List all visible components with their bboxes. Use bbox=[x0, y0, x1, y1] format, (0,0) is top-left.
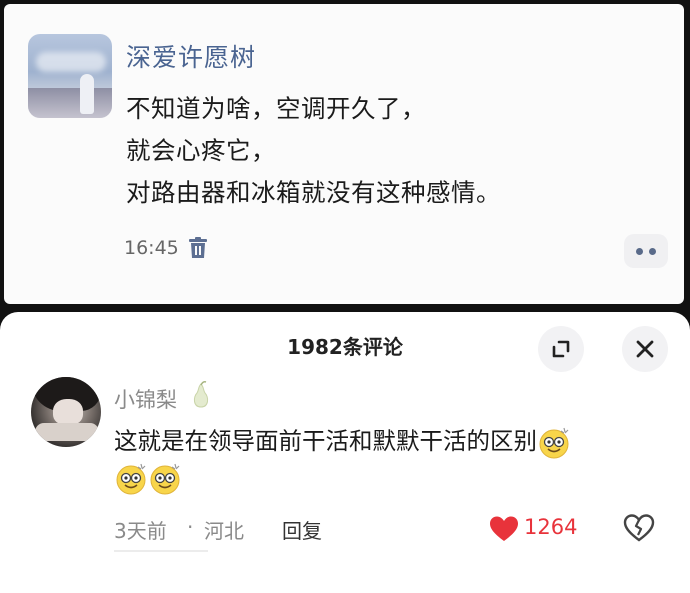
post-card: 深爱许愿树 不知道为啥，空调开久了， 就会心疼它， 对路由器和冰箱就没有这种感情… bbox=[4, 4, 684, 304]
divider bbox=[114, 550, 208, 552]
avatar-cloud bbox=[36, 52, 106, 72]
trash-icon[interactable] bbox=[189, 237, 207, 259]
avatar-person bbox=[80, 74, 94, 114]
pear-icon bbox=[193, 381, 209, 408]
comments-title: 1982条评论 bbox=[287, 335, 403, 359]
avatar-face bbox=[53, 399, 83, 425]
dizzy-smile-emoji bbox=[148, 462, 182, 496]
comment-username[interactable]: 小锦梨 bbox=[114, 384, 177, 414]
close-icon bbox=[636, 340, 654, 358]
expand-button[interactable] bbox=[538, 326, 584, 372]
post-avatar[interactable] bbox=[28, 34, 112, 118]
comment-text-line: 这就是在领导面前干活和默默干活的区别 bbox=[114, 427, 537, 455]
post-text-line: 对路由器和冰箱就没有这种感情。 bbox=[126, 178, 501, 207]
comment-avatar[interactable] bbox=[31, 377, 101, 447]
broken-heart-icon[interactable] bbox=[623, 513, 655, 543]
more-button[interactable] bbox=[624, 234, 668, 268]
comment-emoji-row bbox=[114, 462, 182, 496]
dizzy-smile-emoji bbox=[114, 462, 148, 496]
heart-icon[interactable] bbox=[489, 515, 519, 543]
comments-sheet: 1982条评论 小锦梨 这就是在领导面前干活和默默干活的区别 3天前 · 河北 … bbox=[0, 312, 690, 593]
dizzy-smile-emoji bbox=[537, 426, 571, 460]
screen: 深爱许愿树 不知道为啥，空调开久了， 就会心疼它， 对路由器和冰箱就没有这种感情… bbox=[0, 0, 690, 593]
avatar-arm bbox=[35, 423, 99, 441]
avatar-field bbox=[28, 88, 112, 118]
comment-time: 3天前 bbox=[114, 519, 167, 543]
expand-icon bbox=[552, 340, 570, 358]
like-count: 1264 bbox=[524, 515, 578, 539]
post-text-line: 就会心疼它， bbox=[126, 136, 276, 165]
more-icon-dot bbox=[636, 247, 643, 255]
post-timestamp: 16:45 bbox=[124, 237, 179, 259]
post-text-line: 不知道为啥，空调开久了， bbox=[126, 94, 426, 123]
more-icon-dot bbox=[649, 247, 656, 255]
meta-separator: · bbox=[187, 515, 194, 539]
comment-location: 河北 bbox=[204, 519, 244, 543]
comment-text: 这就是在领导面前干活和默默干活的区别 bbox=[114, 422, 571, 460]
post-username[interactable]: 深爱许愿树 bbox=[126, 38, 256, 74]
reply-button[interactable]: 回复 bbox=[282, 515, 322, 544]
close-button[interactable] bbox=[622, 326, 668, 372]
